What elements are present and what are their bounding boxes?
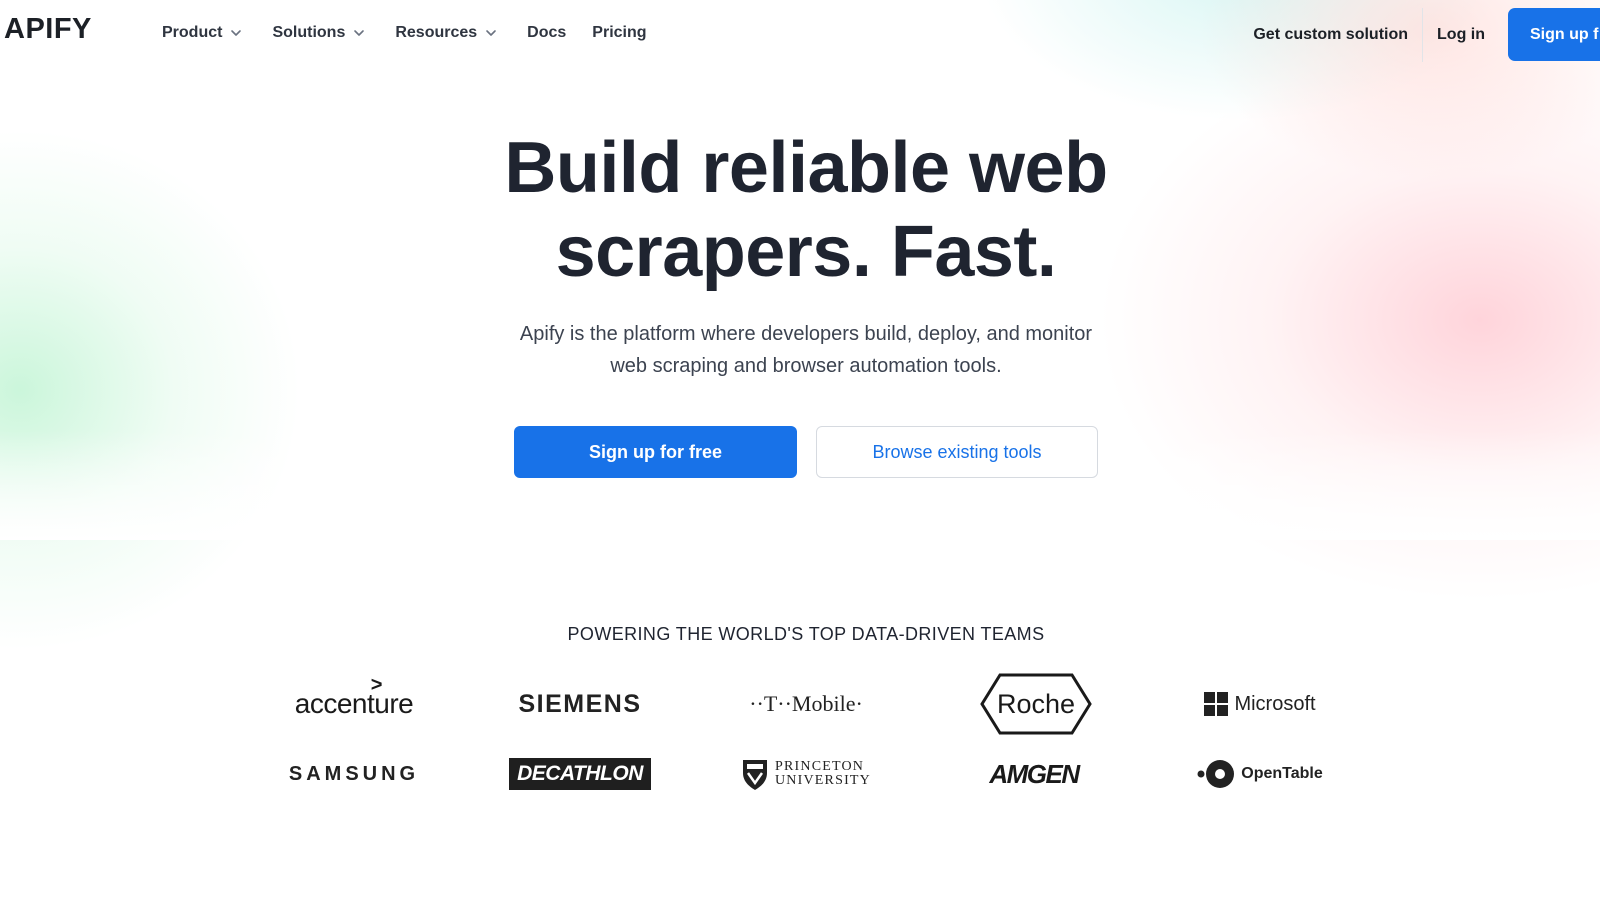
princeton-shield-icon <box>743 760 767 790</box>
amgen-text: AMGEN <box>989 758 1080 789</box>
nav-item-resources[interactable]: Resources <box>395 24 497 42</box>
accenture-logo: > accenture <box>274 674 434 734</box>
nav-item-product[interactable]: Product <box>162 24 242 42</box>
accenture-text: accenture <box>294 688 414 719</box>
princeton-logo: PRINCETON UNIVERSITY <box>726 744 886 804</box>
microsoft-logo: Microsoft <box>1180 674 1340 734</box>
accenture-caret-icon: > <box>370 674 383 696</box>
hero-subtitle: Apify is the platform where developers b… <box>0 318 1600 382</box>
hero-title-line: Build reliable web <box>504 128 1108 208</box>
nav-item-pricing[interactable]: Pricing <box>592 24 646 42</box>
login-link[interactable]: Log in <box>1437 26 1485 44</box>
nav-item-label: Pricing <box>592 24 647 41</box>
hero-title-line: scrapers. Fast. <box>555 212 1057 292</box>
nav-actions: Get custom solution Log in Sign up f <box>1253 7 1600 62</box>
nav-menu: Product Solutions Resources Docs Pricing <box>162 24 673 42</box>
roche-logo: Roche <box>954 672 1118 736</box>
nav-item-label: Product <box>162 24 223 41</box>
microsoft-text: Microsoft <box>1234 692 1316 715</box>
nav-item-docs[interactable]: Docs <box>527 24 566 42</box>
decathlon-logo: DECATHLON <box>500 744 660 804</box>
signup-free-button[interactable]: Sign up for free <box>514 426 797 478</box>
amgen-logo: AMGEN <box>954 744 1114 804</box>
samsung-logo: SAMSUNG <box>274 744 434 804</box>
nav-item-label: Docs <box>527 24 567 41</box>
top-nav: APIFY Product Solutions Resources Docs P… <box>0 0 1600 70</box>
hero-subtitle-line: web scraping and browser automation tool… <box>610 355 1002 377</box>
signup-button[interactable]: Sign up f <box>1508 8 1600 61</box>
princeton-text: PRINCETON UNIVERSITY <box>775 760 871 788</box>
roche-text: Roche <box>996 688 1076 719</box>
hero-subtitle-line: Apify is the platform where developers b… <box>519 323 1093 345</box>
chevron-down-icon <box>486 30 496 36</box>
tmobile-logo: ··T··Mobile· <box>726 674 886 734</box>
nav-item-label: Solutions <box>272 24 346 41</box>
tmobile-text: ··T··Mobile· <box>749 691 863 716</box>
chevron-down-icon <box>354 30 365 36</box>
siemens-logo: SIEMENS <box>500 674 660 734</box>
opentable-logo: OpenTable <box>1180 744 1340 804</box>
accenture-wordmark: > accenture <box>294 674 414 720</box>
nav-item-solutions[interactable]: Solutions <box>272 24 365 42</box>
browse-tools-button[interactable]: Browse existing tools <box>816 426 1098 478</box>
page: APIFY Product Solutions Resources Docs P… <box>0 0 1600 900</box>
microsoft-grid-icon <box>1204 692 1229 716</box>
hero-title: Build reliable web scrapers. Fast. <box>0 126 1600 294</box>
nav-item-label: Resources <box>395 24 478 41</box>
background-fade <box>0 430 1600 540</box>
apify-logo[interactable]: APIFY <box>4 13 92 46</box>
opentable-text: OpenTable <box>1241 765 1323 782</box>
princeton-line: UNIVERSITY <box>775 773 871 788</box>
microsoft-wordmark: Microsoft <box>1204 692 1316 716</box>
get-custom-solution-link[interactable]: Get custom solution <box>1253 26 1422 44</box>
decathlon-text: DECATHLON <box>509 758 651 790</box>
logos-heading: POWERING THE WORLD'S TOP DATA-DRIVEN TEA… <box>567 624 1045 644</box>
chevron-down-icon <box>231 30 242 36</box>
opentable-wordmark: OpenTable <box>1197 759 1323 789</box>
samsung-text: SAMSUNG <box>288 762 420 785</box>
siemens-text: SIEMENS <box>518 689 642 718</box>
princeton-wordmark: PRINCETON UNIVERSITY <box>741 757 871 791</box>
princeton-line: PRINCETON <box>775 759 865 774</box>
opentable-dots-icon <box>1197 760 1235 788</box>
nav-divider <box>1422 7 1424 62</box>
